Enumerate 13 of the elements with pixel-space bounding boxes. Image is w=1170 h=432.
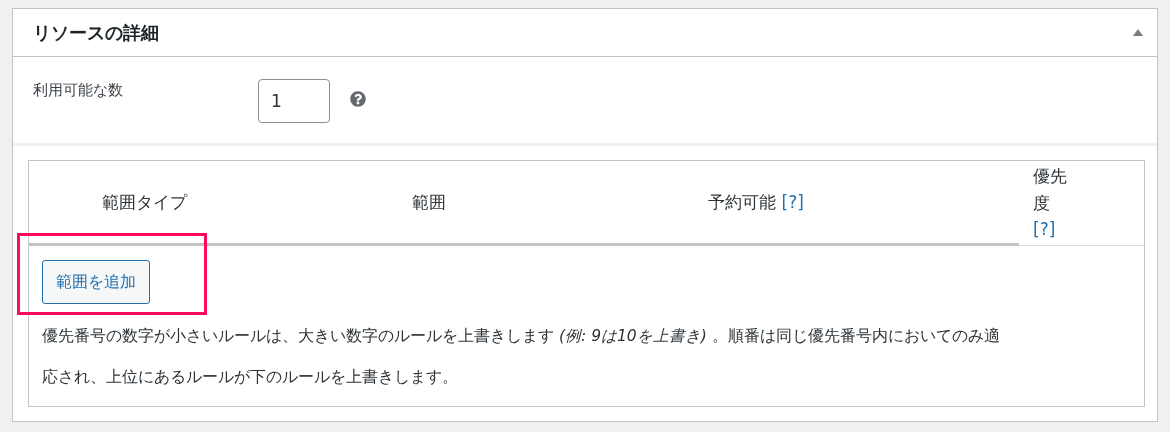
- collapse-toggle-icon[interactable]: [1133, 29, 1143, 36]
- field-label: 利用可能な数: [33, 80, 124, 100]
- priority-note: 優先番号の数字が小さいルールは、大きい数字のルールを上書きします (例: 9は10を上書き) 。順番は同じ優先番号内においてのみ適応され、上位にあるルールが下のルールを上書きします。: [42, 326, 1001, 388]
- help-link[interactable]: [?]: [781, 191, 804, 212]
- add-range-button[interactable]: 範囲を追加: [42, 260, 150, 304]
- help-link[interactable]: [?]: [1033, 219, 1056, 240]
- column-header: 範囲タイプ: [101, 190, 187, 214]
- column-header: 範囲: [412, 190, 446, 214]
- column-header: 予約可能 [?]: [708, 190, 804, 214]
- quantity-input[interactable]: 1: [258, 79, 330, 123]
- column-header: 優先度 [?]: [1033, 165, 1068, 242]
- panel-title: リソースの詳細: [33, 20, 159, 45]
- help-icon[interactable]: [350, 91, 366, 107]
